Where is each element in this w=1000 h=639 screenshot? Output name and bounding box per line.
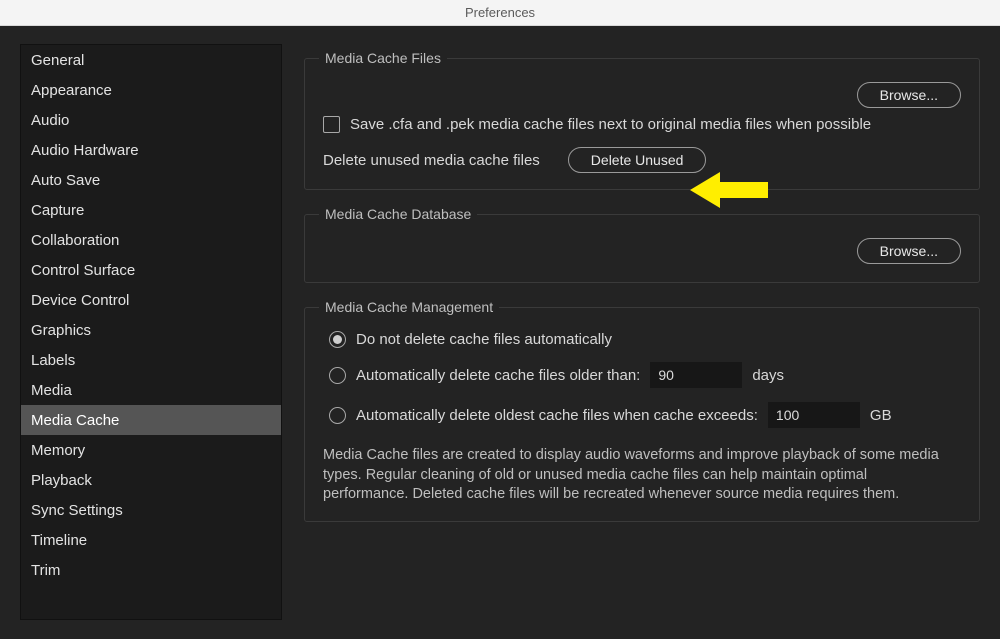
sidebar-item-general[interactable]: General [21, 45, 281, 75]
radio-do-not-delete-label: Do not delete cache files automatically [356, 331, 612, 348]
radio-delete-when-exceeds-label: Automatically delete oldest cache files … [356, 407, 758, 424]
sidebar-item-graphics[interactable]: Graphics [21, 315, 281, 345]
sidebar-item-timeline[interactable]: Timeline [21, 525, 281, 555]
radio-delete-older-than[interactable] [329, 367, 346, 384]
sidebar-item-label: Audio Hardware [31, 142, 139, 159]
radio-delete-when-exceeds[interactable] [329, 407, 346, 424]
sidebar-item-label: Appearance [31, 82, 112, 99]
sidebar-item-audio[interactable]: Audio [21, 105, 281, 135]
delete-unused-button[interactable]: Delete Unused [568, 147, 707, 173]
sidebar-item-trim[interactable]: Trim [21, 555, 281, 585]
preferences-panel-media-cache: Media Cache Files Browse... Save .cfa an… [304, 44, 980, 619]
group-legend: Media Cache Files [319, 50, 447, 66]
sidebar-item-auto-save[interactable]: Auto Save [21, 165, 281, 195]
window-title: Preferences [465, 5, 535, 20]
sidebar-item-label: Control Surface [31, 262, 135, 279]
group-media-cache-database: Media Cache Database Browse... [304, 206, 980, 283]
management-help-text: Media Cache files are created to display… [323, 446, 943, 505]
sidebar-item-label: Graphics [31, 322, 91, 339]
sidebar-item-label: Collaboration [31, 232, 119, 249]
preferences-sheet: General Appearance Audio Audio Hardware … [0, 26, 1000, 639]
delete-when-exceeds-unit: GB [870, 407, 892, 424]
delete-older-than-days-input[interactable] [650, 362, 742, 388]
sidebar-item-appearance[interactable]: Appearance [21, 75, 281, 105]
window-titlebar: Preferences [0, 0, 1000, 26]
sidebar-item-label: Memory [31, 442, 85, 459]
preferences-category-list[interactable]: General Appearance Audio Audio Hardware … [20, 44, 282, 620]
browse-cache-database-button[interactable]: Browse... [857, 238, 961, 264]
sidebar-item-labels[interactable]: Labels [21, 345, 281, 375]
radio-do-not-delete[interactable] [329, 331, 346, 348]
sidebar-item-device-control[interactable]: Device Control [21, 285, 281, 315]
sidebar-item-label: Playback [31, 472, 92, 489]
sidebar-item-media-cache[interactable]: Media Cache [21, 405, 281, 435]
sidebar-item-label: Device Control [31, 292, 129, 309]
sidebar-item-media[interactable]: Media [21, 375, 281, 405]
sidebar-item-label: General [31, 52, 84, 69]
delete-older-than-unit: days [752, 367, 784, 384]
delete-when-exceeds-gb-input[interactable] [768, 402, 860, 428]
sidebar-item-label: Labels [31, 352, 75, 369]
browse-cache-files-button[interactable]: Browse... [857, 82, 961, 108]
delete-unused-label: Delete unused media cache files [323, 152, 540, 169]
sidebar-item-label: Timeline [31, 532, 87, 549]
group-legend: Media Cache Database [319, 206, 477, 222]
sidebar-item-label: Sync Settings [31, 502, 123, 519]
sidebar-item-memory[interactable]: Memory [21, 435, 281, 465]
group-media-cache-management: Media Cache Management Do not delete cac… [304, 299, 980, 522]
sidebar-item-capture[interactable]: Capture [21, 195, 281, 225]
save-next-to-original-label: Save .cfa and .pek media cache files nex… [350, 116, 871, 133]
sidebar-item-control-surface[interactable]: Control Surface [21, 255, 281, 285]
save-next-to-original-checkbox[interactable] [323, 116, 340, 133]
radio-delete-older-than-label: Automatically delete cache files older t… [356, 367, 640, 384]
sidebar-item-label: Audio [31, 112, 69, 129]
sidebar-item-audio-hardware[interactable]: Audio Hardware [21, 135, 281, 165]
sidebar-item-label: Trim [31, 562, 60, 579]
group-media-cache-files: Media Cache Files Browse... Save .cfa an… [304, 50, 980, 190]
sidebar-item-label: Capture [31, 202, 84, 219]
sidebar-item-label: Auto Save [31, 172, 100, 189]
sidebar-item-label: Media [31, 382, 72, 399]
sidebar-item-sync-settings[interactable]: Sync Settings [21, 495, 281, 525]
sidebar-item-collaboration[interactable]: Collaboration [21, 225, 281, 255]
group-legend: Media Cache Management [319, 299, 499, 315]
sidebar-item-label: Media Cache [31, 412, 119, 429]
sidebar-item-playback[interactable]: Playback [21, 465, 281, 495]
